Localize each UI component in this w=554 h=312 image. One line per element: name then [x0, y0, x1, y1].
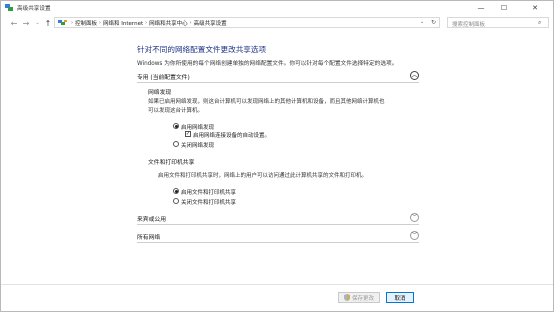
breadcrumb: › 控制面板 › 网络和 Internet › 网络和共享中心 › 高级共享设置 — [69, 19, 227, 27]
network-discovery-on-radio[interactable] — [173, 123, 179, 129]
network-discovery-on-label[interactable]: 启用网络发现 — [181, 123, 214, 131]
search-placeholder: 搜索控制面板 — [452, 21, 486, 28]
address-bar[interactable]: › 控制面板 › 网络和 Internet › 网络和共享中心 › 高级共享设置… — [54, 17, 440, 28]
navigation-bar: ← → ⌄ ↑ › 控制面板 › 网络和 Internet › 网络和共享中心 … — [1, 15, 553, 32]
file-printer-sharing-title: 文件和打印机共享 — [148, 160, 195, 166]
window-title: 高级共享设置 — [17, 6, 51, 12]
arrow-up-icon: ↑ — [44, 18, 52, 28]
network-discovery-description-line: 如果已启用网络发现，则这台计算机可以发现网络上的其他计算机和设备，而且其他网络计… — [148, 99, 385, 105]
maximize-icon: ☐ — [500, 4, 508, 12]
file-printer-sharing-description: 启用文件和打印机共享时，网络上的用户可以访问通过此计算机共享的文件和打印机。 — [158, 173, 368, 179]
profile-divider — [137, 82, 419, 83]
up-button[interactable]: ↑ — [43, 18, 53, 28]
chevron-down-icon: ﹀ — [411, 231, 418, 239]
close-button[interactable]: ✕ — [517, 1, 553, 15]
title-bar: 高级共享设置 — ☐ ✕ — [1, 1, 553, 15]
save-changes-label: 保存更改 — [351, 295, 374, 302]
breadcrumb-network-sharing-center[interactable]: 网络和共享中心 — [149, 19, 188, 27]
breadcrumb-separator[interactable]: › — [99, 20, 101, 26]
network-discovery-off-radio[interactable] — [173, 141, 179, 147]
recent-locations-button[interactable]: ⌄ — [34, 18, 41, 28]
auto-setup-checkbox[interactable]: ✓ — [185, 131, 191, 137]
page-title: 针对不同的网络配置文件更改共享选项 — [137, 45, 267, 54]
page-description: Windows 为你所使用的每个网络创建单独的网络配置文件。你可以针对每个配置文… — [137, 61, 398, 67]
chevron-down-icon: ⌄ — [35, 20, 40, 26]
breadcrumb-advanced-sharing[interactable]: 高级共享设置 — [194, 19, 227, 27]
file-sharing-off-radio[interactable] — [173, 198, 179, 204]
close-icon: ✕ — [532, 4, 538, 12]
expand-guest-button[interactable]: ﹀ — [410, 213, 419, 222]
chevron-down-icon: ﹀ — [411, 213, 418, 221]
shield-icon — [343, 294, 350, 301]
control-panel-icon — [58, 20, 67, 25]
network-discovery-description: 如果已启用网络发现，则这台计算机可以发现网络上的其他计算机和设备，而且其他网络计… — [148, 98, 385, 115]
auto-setup-label[interactable]: 启用网络连接设备的自动设置。 — [193, 131, 270, 139]
refresh-icon[interactable]: ↻ — [431, 19, 436, 26]
search-input[interactable]: 搜索控制面板 ⌕ — [447, 17, 549, 28]
arrow-right-icon: → — [22, 18, 30, 28]
breadcrumb-separator[interactable]: › — [190, 20, 192, 26]
network-discovery-title: 网络发现 — [148, 90, 172, 96]
address-dropdown-icon[interactable]: ⌄ — [420, 19, 424, 25]
back-button[interactable]: ← — [9, 18, 19, 28]
breadcrumb-separator: › — [71, 20, 73, 26]
collapse-private-button[interactable]: ︿ — [410, 71, 419, 80]
arrow-left-icon: ← — [10, 18, 18, 28]
minimize-button[interactable]: — — [470, 1, 492, 15]
profile-divider — [137, 224, 419, 225]
chevron-up-icon: ︿ — [411, 71, 418, 79]
save-changes-button[interactable]: 保存更改 — [338, 292, 380, 303]
forward-button[interactable]: → — [21, 18, 31, 28]
breadcrumb-network-internet[interactable]: 网络和 Internet — [103, 19, 143, 27]
file-sharing-on-label[interactable]: 启用文件和打印机共享 — [181, 188, 236, 196]
profile-guest-title[interactable]: 来宾或公用 — [137, 214, 166, 223]
minimize-icon: — — [477, 4, 485, 12]
profile-private-title[interactable]: 专用 (当前配置文件) — [137, 72, 190, 81]
profile-all-title[interactable]: 所有网络 — [137, 232, 160, 241]
footer-divider — [1, 284, 553, 285]
breadcrumb-control-panel[interactable]: 控制面板 — [75, 19, 97, 27]
maximize-button[interactable]: ☐ — [493, 1, 515, 15]
cancel-button[interactable]: 取消 — [386, 292, 414, 303]
network-discovery-off-label[interactable]: 关闭网络发现 — [181, 141, 214, 149]
file-sharing-on-radio[interactable] — [173, 188, 179, 194]
network-settings-icon — [5, 4, 13, 11]
file-sharing-off-label[interactable]: 关闭文件和打印机共享 — [181, 198, 236, 206]
network-discovery-description-line: 可以发现这台计算机。 — [148, 107, 204, 114]
search-icon: ⌕ — [538, 19, 542, 26]
expand-all-networks-button[interactable]: ﹀ — [410, 231, 419, 240]
breadcrumb-separator[interactable]: › — [145, 20, 147, 26]
profile-divider — [137, 242, 419, 243]
checkmark-icon: ✓ — [185, 130, 191, 137]
